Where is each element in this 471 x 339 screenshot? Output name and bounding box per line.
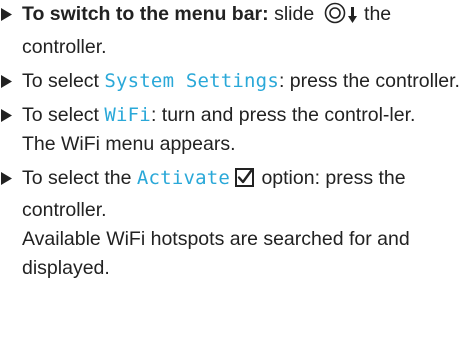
step-text: To select (22, 104, 105, 126)
instruction-list: To switch to the menu bar: slide the con… (0, 0, 471, 339)
checkbox-checked-icon (235, 167, 255, 196)
step-text-end: : press the controller. (278, 70, 460, 92)
step-text-end: : turn and press the control-ler. (150, 104, 416, 126)
bullet-triangle-icon (1, 101, 15, 130)
bullet-triangle-icon (1, 164, 15, 193)
step-select-activate: To select the Activate option: press the… (0, 164, 471, 283)
step-result: The WiFi menu appears. (22, 133, 236, 155)
bullet-triangle-icon (1, 67, 15, 96)
controller-icon (324, 2, 346, 33)
menu-item-wifi: WiFi (104, 104, 151, 126)
step-text: To select (22, 70, 105, 92)
step-text: slide (268, 3, 320, 25)
step-result: Available WiFi hotspots are searched for… (22, 228, 410, 279)
step-select-system-settings: To select System Settings: press the con… (0, 67, 471, 96)
bullet-triangle-icon (1, 0, 15, 29)
step-switch-to-menu-bar: To switch to the menu bar: slide the con… (0, 0, 471, 62)
step-select-wifi: To select WiFi: turn and press the contr… (0, 101, 471, 159)
menu-item-activate: Activate (136, 167, 231, 189)
step-lead: To switch to the menu bar: (22, 3, 269, 25)
menu-item-system-settings: System Settings (104, 70, 279, 92)
step-text: To select the (22, 167, 137, 189)
slide-down-arrow-icon (347, 4, 357, 33)
